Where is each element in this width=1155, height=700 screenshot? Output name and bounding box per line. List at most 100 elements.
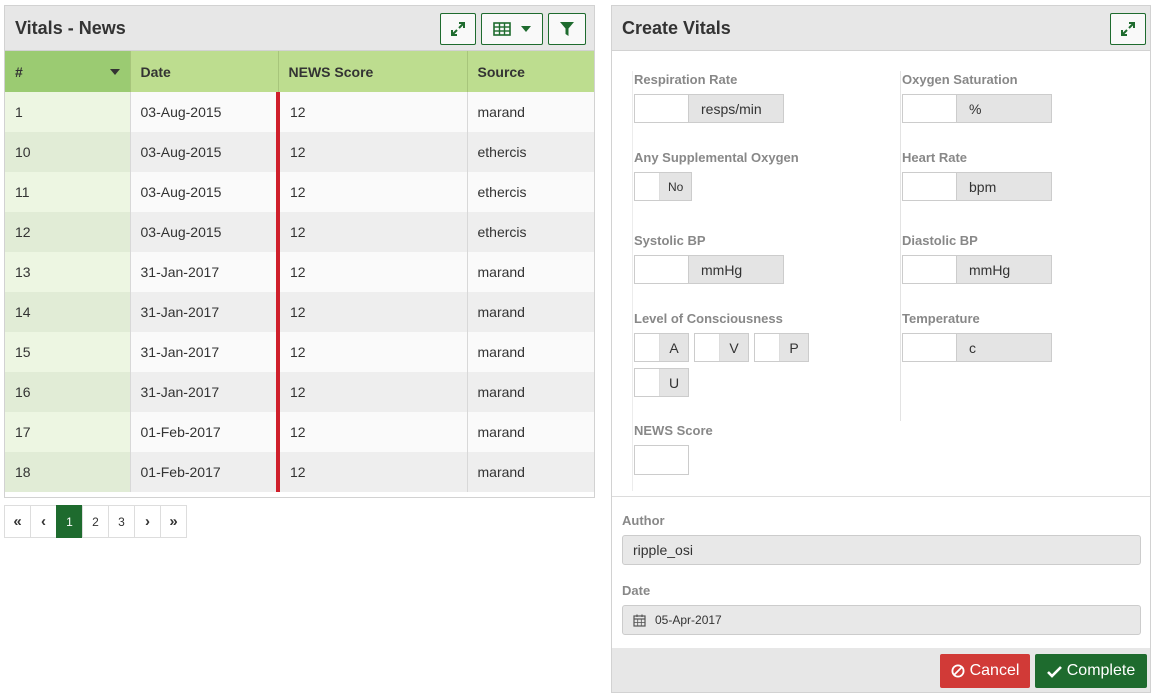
cell-date: 03-Aug-2015: [130, 92, 279, 132]
toggle-label: No: [668, 179, 684, 194]
table-row[interactable]: 12 03-Aug-2015 12 ethercis: [5, 212, 594, 252]
date-value: 05-Apr-2017: [655, 613, 722, 627]
cell-number: 18: [5, 452, 131, 492]
cell-number: 10: [5, 132, 131, 172]
cell-date: 03-Aug-2015: [130, 212, 279, 252]
systolic-bp-group: mmHg: [634, 255, 784, 284]
temperature-group: c: [902, 333, 1052, 362]
divider: [900, 71, 901, 421]
filter-button[interactable]: [548, 13, 586, 45]
cell-score: 12: [276, 92, 468, 132]
cancel-button[interactable]: Cancel: [940, 654, 1030, 688]
table-row[interactable]: 18 01-Feb-2017 12 marand: [5, 452, 594, 492]
respiration-rate-unit: resps/min: [689, 94, 784, 123]
temperature-unit: c: [957, 333, 1052, 362]
expand-button[interactable]: [440, 13, 476, 45]
respiration-rate-input[interactable]: [634, 94, 689, 123]
consciousness-option-a[interactable]: A: [634, 333, 689, 362]
expand-icon: [451, 22, 465, 36]
temperature-label: Temperature: [902, 311, 980, 326]
expand-button[interactable]: [1110, 13, 1146, 45]
column-label: Source: [477, 63, 525, 80]
last-page-button[interactable]: »: [160, 505, 187, 538]
cell-score: 12: [276, 132, 468, 172]
systolic-bp-input[interactable]: [634, 255, 689, 284]
next-page-button[interactable]: ›: [134, 505, 161, 538]
column-header-date[interactable]: Date: [130, 51, 279, 92]
temperature-input[interactable]: [902, 333, 957, 362]
complete-label: Complete: [1066, 662, 1136, 679]
page-3-button[interactable]: 3: [108, 505, 135, 538]
table-row[interactable]: 16 31-Jan-2017 12 marand: [5, 372, 594, 412]
complete-button[interactable]: Complete: [1035, 654, 1147, 688]
ban-icon: [951, 664, 965, 678]
sort-caret-icon: [109, 69, 120, 75]
create-vitals-panel: Create Vitals Respiration Rate resps/min…: [611, 5, 1151, 693]
oxygen-saturation-label: Oxygen Saturation: [902, 72, 1018, 87]
cell-source: marand: [467, 412, 594, 452]
oxygen-saturation-group: %: [902, 94, 1052, 123]
column-header-source[interactable]: Source: [467, 51, 594, 92]
prev-page-button[interactable]: ‹: [30, 505, 57, 538]
news-score-input[interactable]: [634, 445, 689, 475]
cell-score: 12: [276, 332, 468, 372]
cell-date: 31-Jan-2017: [130, 292, 279, 332]
table-row[interactable]: 17 01-Feb-2017 12 marand: [5, 412, 594, 452]
diastolic-bp-input[interactable]: [902, 255, 957, 284]
cell-source: ethercis: [467, 212, 594, 252]
cell-source: marand: [467, 252, 594, 292]
page-1-button[interactable]: 1: [56, 505, 83, 538]
cell-date: 31-Jan-2017: [130, 252, 279, 292]
cell-source: marand: [467, 292, 594, 332]
oxygen-saturation-unit: %: [957, 94, 1052, 123]
panel-title: Create Vitals: [622, 17, 731, 38]
cell-source: ethercis: [467, 132, 594, 172]
table-row[interactable]: 14 31-Jan-2017 12 marand: [5, 292, 594, 332]
news-score-label: NEWS Score: [634, 423, 713, 438]
first-page-button[interactable]: «: [4, 505, 31, 538]
page-2-button[interactable]: 2: [82, 505, 109, 538]
cell-number: 13: [5, 252, 131, 292]
create-vitals-header: Create Vitals: [612, 6, 1150, 51]
cell-date: 31-Jan-2017: [130, 372, 279, 412]
respiration-rate-group: resps/min: [634, 94, 784, 123]
table-row[interactable]: 15 31-Jan-2017 12 marand: [5, 332, 594, 372]
table-row[interactable]: 11 03-Aug-2015 12 ethercis: [5, 172, 594, 212]
diastolic-bp-unit: mmHg: [957, 255, 1052, 284]
cell-score: 12: [276, 212, 468, 252]
consciousness-option-u[interactable]: U: [634, 368, 689, 397]
author-field[interactable]: ripple_osi: [622, 535, 1141, 565]
cell-number: 14: [5, 292, 131, 332]
consciousness-option-v[interactable]: V: [694, 333, 749, 362]
table-row[interactable]: 10 03-Aug-2015 12 ethercis: [5, 132, 594, 172]
cell-number: 17: [5, 412, 131, 452]
form-footer: Cancel Complete: [612, 648, 1150, 692]
oxygen-saturation-input[interactable]: [902, 94, 957, 123]
cancel-label: Cancel: [969, 662, 1020, 679]
table-row[interactable]: 13 31-Jan-2017 12 marand: [5, 252, 594, 292]
cell-date: 03-Aug-2015: [130, 132, 279, 172]
option-label: P: [789, 339, 799, 356]
cell-source: marand: [467, 92, 594, 132]
column-header-news-score[interactable]: NEWS Score: [278, 51, 468, 92]
table-row[interactable]: 1 03-Aug-2015 12 marand: [5, 92, 594, 132]
heart-rate-input[interactable]: [902, 172, 957, 201]
cell-source: marand: [467, 372, 594, 412]
consciousness-option-p[interactable]: P: [754, 333, 809, 362]
heart-rate-label: Heart Rate: [902, 150, 968, 165]
systolic-bp-label: Systolic BP: [634, 233, 706, 248]
expand-icon: [1121, 22, 1135, 36]
column-label: NEWS Score: [288, 63, 374, 80]
option-box: [635, 369, 660, 396]
date-field[interactable]: 05-Apr-2017: [622, 605, 1141, 635]
supplemental-oxygen-toggle[interactable]: No: [634, 172, 693, 201]
consciousness-label: Level of Consciousness: [634, 311, 783, 326]
diastolic-bp-label: Diastolic BP: [902, 233, 978, 248]
columns-dropdown-button[interactable]: [481, 13, 543, 45]
cell-number: 11: [5, 172, 131, 212]
column-header-number[interactable]: #: [5, 51, 131, 92]
divider: [612, 496, 1150, 497]
cell-date: 01-Feb-2017: [130, 452, 279, 492]
option-label: U: [668, 374, 680, 391]
option-box: [635, 334, 660, 361]
